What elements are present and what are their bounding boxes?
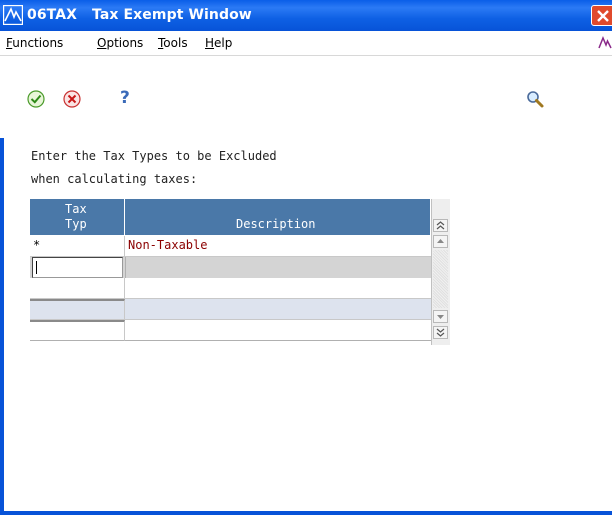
description-cell [125,278,431,299]
ok-button[interactable] [26,89,46,109]
table-row[interactable] [30,257,431,278]
double-arrow-up-icon [436,221,445,230]
arrow-down-icon [437,315,444,319]
menu-functions-label: unctions [12,36,64,50]
column-header-tax-typ-line2: Typ [65,217,87,231]
menu-options-label: ptions [106,36,144,50]
menu-tools-label: ools [163,36,188,50]
scroll-up-button[interactable] [433,235,448,248]
menu-help-label: elp [214,36,233,50]
text-cursor [36,261,37,274]
menu-tools[interactable]: Tools [158,36,188,50]
table-row[interactable] [30,278,431,299]
menu-functions[interactable]: Functions [6,36,63,50]
prompt-line-2: when calculating taxes: [31,172,198,186]
table-row[interactable]: * Non-Taxable [30,236,431,257]
cancel-button[interactable] [62,89,82,109]
column-header-description[interactable]: Description [125,199,431,235]
tax-typ-cell[interactable] [30,299,125,320]
description-cell: Non-Taxable [125,236,431,257]
menu-bar: Functions Options Tools Help [0,31,612,56]
checkmark-icon [27,90,45,108]
scroll-down-button[interactable] [433,310,448,323]
menu-help[interactable]: Help [205,36,232,50]
tax-typ-cell[interactable] [30,278,125,299]
window-title: 06TAX Tax Exempt Window [27,7,252,23]
description-cell [125,320,431,341]
menu-help-mnemonic: H [205,36,215,50]
window-bottom-border [0,511,612,515]
title-bar: 06TAX Tax Exempt Window [0,0,612,31]
prompt-line-1: Enter the Tax Types to be Excluded [31,149,277,163]
menu-logo-icon [598,35,612,54]
close-icon [597,10,609,22]
scroll-top-button[interactable] [433,219,448,232]
grid-scrollbar[interactable] [431,199,450,345]
search-icon [527,91,544,108]
tax-typ-input[interactable] [32,257,123,278]
table-row[interactable] [30,299,431,320]
menu-options[interactable]: Options [97,36,143,50]
column-header-tax-typ-line1: Tax [65,202,87,216]
app-logo-icon [2,4,24,26]
help-button[interactable]: ? [120,88,140,108]
scroll-track[interactable] [433,250,448,308]
tax-typ-cell[interactable]: * [30,236,125,257]
tax-type-grid: Tax Typ Description * Non-Taxable [30,199,450,345]
description-cell [125,257,431,278]
toolbar: ? [0,56,612,138]
column-header-tax-typ[interactable]: Tax Typ [30,199,125,235]
find-button[interactable] [525,89,545,109]
scroll-bottom-button[interactable] [433,326,448,339]
double-arrow-down-icon [436,328,445,337]
tax-typ-cell[interactable] [30,320,125,341]
column-header-description-label: Description [236,217,316,231]
cancel-icon [63,90,81,108]
table-row[interactable] [30,320,431,341]
help-icon: ? [120,88,130,108]
arrow-up-icon [437,239,444,243]
description-cell [125,299,431,320]
close-button[interactable] [591,5,612,26]
